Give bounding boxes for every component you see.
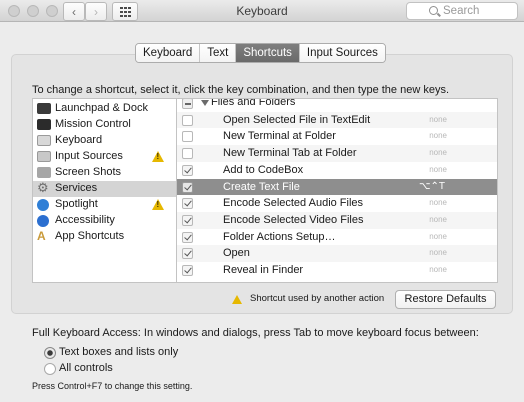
shortcut-row[interactable]: Open none xyxy=(177,245,497,262)
keyboard-preferences-window: ‹ › Keyboard Search Keyboard Text Shortc… xyxy=(0,0,524,402)
mission-control-icon xyxy=(37,119,51,130)
radio-all-controls[interactable] xyxy=(44,363,56,375)
search-field[interactable]: Search xyxy=(406,2,518,20)
shortcut-label: Reveal in Finder xyxy=(223,264,304,276)
shortcut-row[interactable]: New Terminal at Folder none xyxy=(177,128,497,145)
conflict-note: Shortcut used by another action xyxy=(250,293,385,304)
category-accessibility[interactable]: Accessibility xyxy=(33,213,176,229)
shortcut-label: Encode Selected Audio Files xyxy=(223,197,364,210)
screenshot-icon xyxy=(37,167,51,178)
category-app-shortcuts[interactable]: A App Shortcuts xyxy=(33,229,176,245)
gear-icon: ⚙ xyxy=(37,180,49,195)
enable-checkbox[interactable] xyxy=(182,148,193,160)
shortcut-row[interactable]: Encode Selected Video Files none xyxy=(177,211,497,229)
shortcut-keys[interactable]: none xyxy=(429,198,447,207)
shortcut-row[interactable]: Add to CodeBox none xyxy=(177,162,497,179)
radio-label[interactable]: All controls xyxy=(59,362,113,374)
shortcut-keys[interactable]: none xyxy=(429,165,447,174)
group-label: Files and Folders xyxy=(211,98,296,108)
tab-keyboard[interactable]: Keyboard xyxy=(136,44,201,62)
category-label: Services xyxy=(55,182,98,194)
disclosure-triangle-icon[interactable] xyxy=(201,100,209,106)
category-spotlight[interactable]: Spotlight xyxy=(33,197,176,213)
shortcut-row[interactable]: Folder Actions Setup… none xyxy=(177,229,497,246)
enable-checkbox[interactable] xyxy=(182,131,193,143)
keyboard-hint: Press Control+F7 to change this setting. xyxy=(32,381,193,391)
launchpad-icon xyxy=(37,103,51,114)
group-row-files-folders[interactable]: Files and Folders xyxy=(177,98,497,112)
shortcut-label: Open xyxy=(223,247,250,260)
radio-text-boxes-lists[interactable] xyxy=(44,347,56,359)
shortcut-list[interactable]: Files and Folders Open Selected File in … xyxy=(176,98,498,283)
shortcut-keys[interactable]: none xyxy=(429,148,447,157)
enable-checkbox[interactable] xyxy=(182,214,193,226)
category-label: Launchpad & Dock xyxy=(55,102,148,114)
shortcut-label: Add to CodeBox xyxy=(223,163,304,176)
warning-icon xyxy=(152,151,164,162)
category-list[interactable]: Launchpad & Dock Mission Control Keyboar… xyxy=(32,98,177,283)
category-label: Keyboard xyxy=(55,134,103,146)
shortcut-row[interactable]: Reveal in Finder none xyxy=(177,262,497,279)
shortcut-keys[interactable]: ⌥⌃T xyxy=(419,181,445,192)
full-keyboard-access-label: Full Keyboard Access: In windows and dia… xyxy=(32,327,479,339)
shortcut-row[interactable]: Encode Selected Audio Files none xyxy=(177,195,497,212)
shortcut-row-selected[interactable]: Create Text File ⌥⌃T xyxy=(177,178,497,196)
enable-checkbox[interactable] xyxy=(182,181,193,193)
category-label: Mission Control xyxy=(55,118,131,130)
accessibility-icon xyxy=(37,215,49,227)
category-label: Screen Shots xyxy=(55,166,122,178)
shortcut-row[interactable]: New Terminal Tab at Folder none xyxy=(177,145,497,162)
category-mission-control[interactable]: Mission Control xyxy=(33,117,176,133)
tab-input-sources[interactable]: Input Sources xyxy=(299,44,385,62)
shortcut-keys[interactable]: none xyxy=(429,232,447,241)
category-label: Input Sources xyxy=(55,150,123,162)
search-placeholder: Search xyxy=(443,5,480,17)
warning-icon xyxy=(232,295,242,304)
shortcut-label: New Terminal Tab at Folder xyxy=(223,147,357,160)
category-services[interactable]: ⚙ Services xyxy=(33,181,176,197)
enable-checkbox[interactable] xyxy=(182,198,193,210)
input-sources-icon xyxy=(37,151,51,162)
category-label: Accessibility xyxy=(55,214,115,226)
shortcut-label: Create Text File xyxy=(223,180,300,193)
spotlight-icon xyxy=(37,199,49,211)
shortcut-label: New Terminal at Folder xyxy=(223,130,336,143)
search-icon xyxy=(429,6,438,15)
category-keyboard[interactable]: Keyboard xyxy=(33,133,176,149)
keyboard-icon xyxy=(37,135,51,146)
shortcut-keys[interactable]: none xyxy=(429,115,447,124)
tab-text[interactable]: Text xyxy=(200,44,237,62)
shortcut-label: Encode Selected Video Files xyxy=(223,213,364,226)
category-screen-shots[interactable]: Screen Shots xyxy=(33,165,176,181)
restore-defaults-button[interactable]: Restore Defaults xyxy=(395,290,496,309)
enable-checkbox[interactable] xyxy=(182,248,193,260)
title-bar: ‹ › Keyboard Search xyxy=(0,0,524,22)
enable-checkbox[interactable] xyxy=(182,231,193,243)
category-label: App Shortcuts xyxy=(55,230,125,242)
enable-checkbox[interactable] xyxy=(182,265,193,276)
tab-shortcuts[interactable]: Shortcuts xyxy=(236,44,300,62)
tab-bar: Keyboard Text Shortcuts Input Sources xyxy=(135,43,386,63)
category-label: Spotlight xyxy=(55,198,98,210)
radio-label[interactable]: Text boxes and lists only xyxy=(59,346,178,358)
category-launchpad-dock[interactable]: Launchpad & Dock xyxy=(33,101,176,117)
app-shortcuts-icon: A xyxy=(37,229,46,243)
shortcut-label: Folder Actions Setup… xyxy=(223,230,336,243)
group-checkbox[interactable] xyxy=(182,99,193,109)
shortcut-keys[interactable]: none xyxy=(429,131,447,140)
enable-checkbox[interactable] xyxy=(182,114,193,126)
instructions-text: To change a shortcut, select it, click t… xyxy=(32,84,450,96)
shortcut-keys[interactable]: none xyxy=(429,215,447,224)
scrollbar[interactable] xyxy=(491,99,497,282)
shortcut-label: Open Selected File in TextEdit xyxy=(223,113,371,126)
category-input-sources[interactable]: Input Sources xyxy=(33,149,176,165)
shortcut-keys[interactable]: none xyxy=(429,265,447,274)
shortcut-keys[interactable]: none xyxy=(429,248,447,257)
shortcut-row[interactable]: Open Selected File in TextEdit none xyxy=(177,111,497,129)
enable-checkbox[interactable] xyxy=(182,164,193,176)
warning-icon xyxy=(152,199,164,210)
